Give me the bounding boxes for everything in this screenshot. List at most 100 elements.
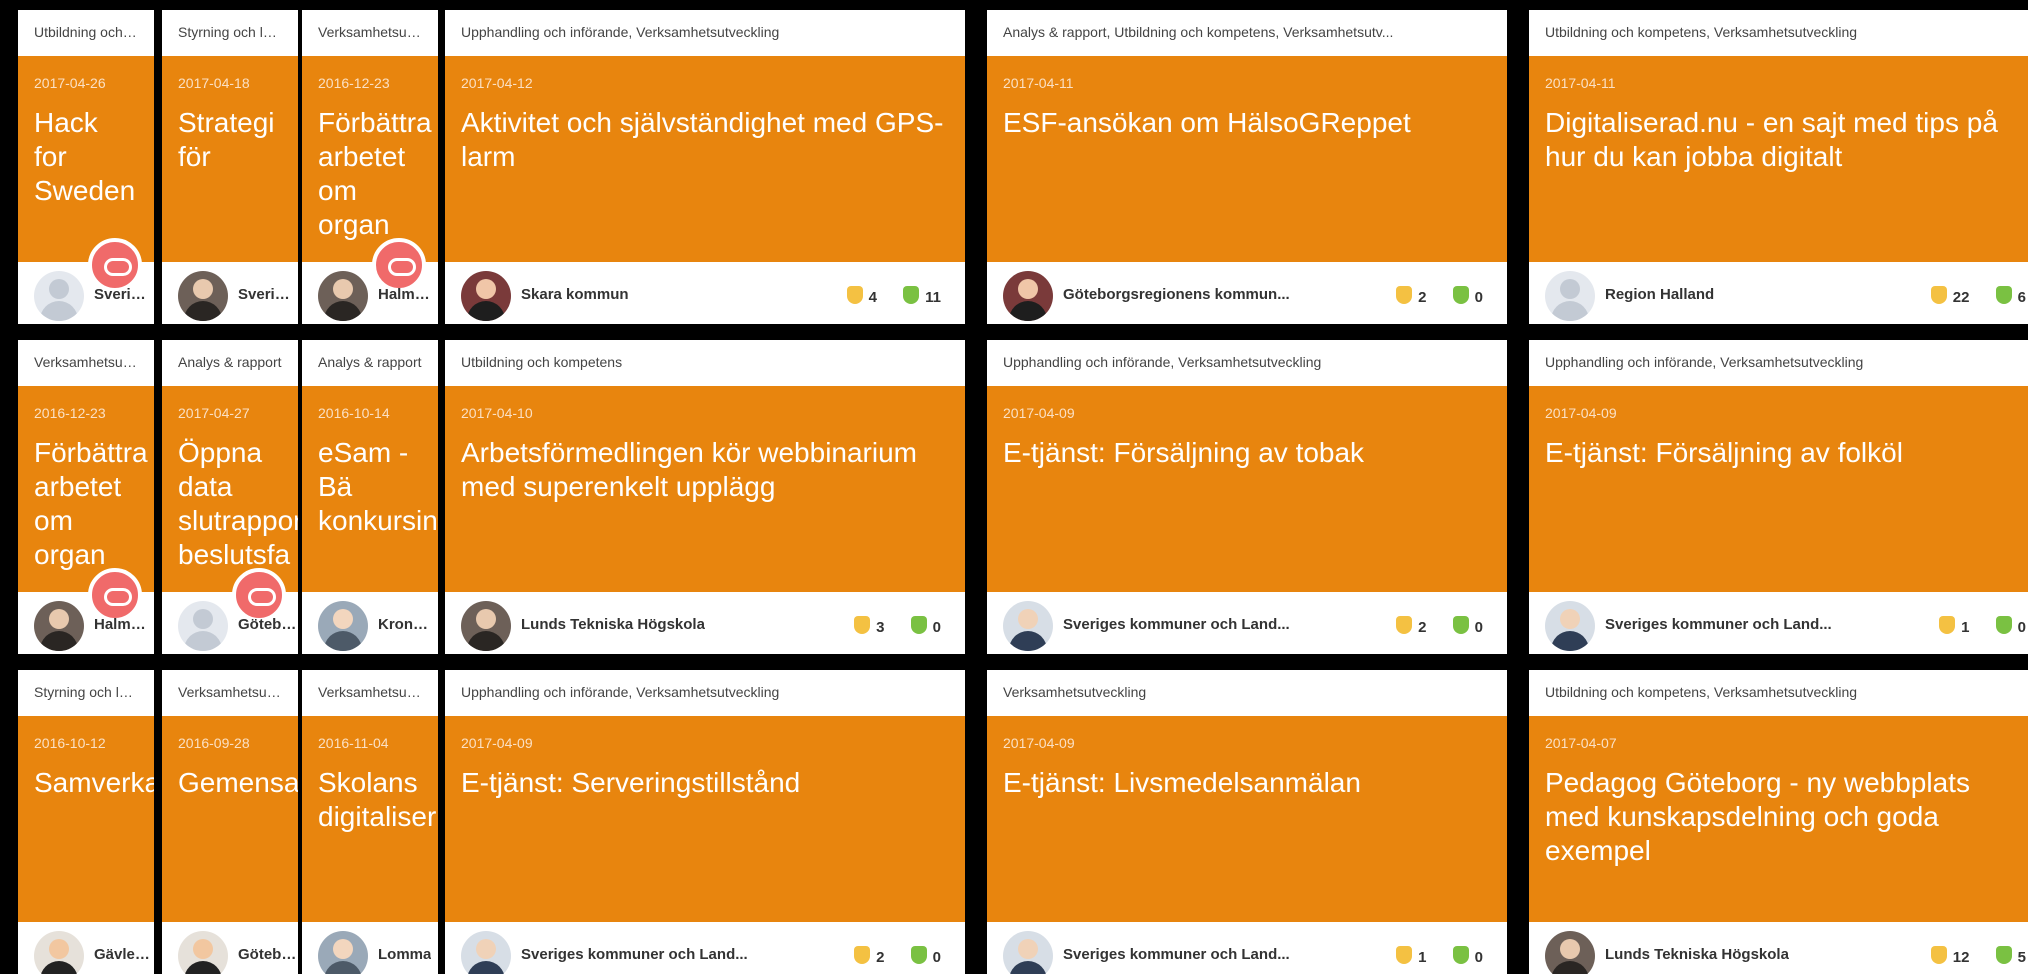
card-body[interactable]: 2016-09-28 Gemensam	[162, 716, 298, 922]
card-serveringstillstand[interactable]: Upphandling och införande, Verksamhetsut…	[445, 670, 965, 974]
avatar[interactable]	[1545, 271, 1595, 321]
organization-name[interactable]: Lunds Tekniska Högskola	[521, 616, 705, 633]
card-title[interactable]: Förbättra arbetet om organ	[34, 436, 148, 572]
people-icon[interactable]	[1452, 616, 1469, 634]
organization-name[interactable]: Gävle kommun	[94, 946, 154, 963]
organization-name[interactable]: Sveriges kommuner	[94, 286, 154, 303]
avatar[interactable]	[461, 601, 511, 651]
people-icon[interactable]	[910, 946, 927, 964]
people-icon[interactable]	[1995, 946, 2012, 964]
card-gps-larm[interactable]: Upphandling och införande, Verksamhetsut…	[445, 10, 965, 324]
card-digitaliserad[interactable]: Utbildning och kompetens, Verksamhetsutv…	[1529, 10, 2028, 324]
people-icon[interactable]	[1452, 286, 1469, 304]
card-pedagog-goteborg[interactable]: Utbildning och kompetens, Verksamhetsutv…	[1529, 670, 2028, 974]
card-title[interactable]: Pedagog Göteborg - ny webbplats med kuns…	[1545, 766, 2012, 868]
card-skolans[interactable]: Verksamhetsutveckling 2016-11-04 Skolans…	[302, 670, 438, 974]
avatar[interactable]	[461, 271, 511, 321]
card-body[interactable]: 2017-04-11 Digitaliserad.nu - en sajt me…	[1529, 56, 2028, 262]
organization-name[interactable]: Kronofogden	[378, 616, 434, 633]
card-forbattra-2[interactable]: Verksamhetsutveckling 2016-12-23 Förbätt…	[18, 340, 154, 654]
avatar[interactable]	[178, 271, 228, 321]
card-title[interactable]: E-tjänst: Försäljning av folköl	[1545, 436, 2012, 470]
card-title[interactable]: Öppna data slutrapport beslutsfa	[178, 436, 298, 572]
card-body[interactable]: 2017-04-18 Strategi för	[162, 56, 298, 262]
card-body[interactable]: 2016-12-23 Förbättra arbetet om organ	[302, 56, 438, 262]
thumbs-up-icon[interactable]	[854, 616, 871, 634]
card-title[interactable]: ESF-ansökan om HälsoGReppet	[1003, 106, 1491, 140]
card-esam[interactable]: Analys & rapport 2016-10-14 eSam - Bä ko…	[302, 340, 438, 654]
card-body[interactable]: 2017-04-12 Aktivitet och självständighet…	[445, 56, 965, 262]
card-title[interactable]: Digitaliserad.nu - en sajt med tips på h…	[1545, 106, 2012, 174]
card-body[interactable]: 2017-04-10 Arbetsförmedlingen kör webbin…	[445, 386, 965, 592]
organization-name[interactable]: Sveriges	[238, 286, 298, 303]
card-body[interactable]: 2017-04-07 Pedagog Göteborg - ny webbpla…	[1529, 716, 2028, 922]
card-body[interactable]: 2016-10-12 Samverkan	[18, 716, 154, 922]
organization-name[interactable]: Sveriges kommuner och Land...	[1063, 946, 1290, 963]
organization-name[interactable]: Göteborgsregionens kommun...	[1063, 286, 1290, 303]
thumbs-up-icon[interactable]	[1939, 616, 1956, 634]
organization-name[interactable]: Halmstad	[94, 616, 154, 633]
people-icon[interactable]	[1995, 286, 2012, 304]
avatar[interactable]	[1003, 601, 1053, 651]
card-title[interactable]: Gemensam	[178, 766, 298, 800]
thumbs-up-icon[interactable]	[1396, 946, 1413, 964]
people-icon[interactable]	[1995, 616, 2012, 634]
thumbs-up-icon[interactable]	[1930, 286, 1947, 304]
card-gemensam[interactable]: Verksamhetsutveckling 2016-09-28 Gemensa…	[162, 670, 298, 974]
card-title[interactable]: E-tjänst: Livsmedelsanmälan	[1003, 766, 1491, 800]
card-body[interactable]: 2017-04-09 E-tjänst: Försäljning av toba…	[987, 386, 1507, 592]
organization-name[interactable]: Lomma	[378, 946, 431, 963]
organization-name[interactable]: Region Halland	[1605, 286, 1714, 303]
card-halsogreppet[interactable]: Analys & rapport, Utbildning och kompete…	[987, 10, 1507, 324]
card-body[interactable]: 2017-04-11 ESF-ansökan om HälsoGReppet	[987, 56, 1507, 262]
card-title[interactable]: Förbättra arbetet om organ	[318, 106, 432, 242]
avatar[interactable]	[461, 931, 511, 974]
avatar[interactable]	[34, 601, 84, 651]
card-body[interactable]: 2017-04-09 E-tjänst: Försäljning av folk…	[1529, 386, 2028, 592]
card-samverkan[interactable]: Styrning och ledning 2016-10-12 Samverka…	[18, 670, 154, 974]
card-title[interactable]: Aktivitet och självständighet med GPS-la…	[461, 106, 949, 174]
card-title[interactable]: Skolans digitaliser	[318, 766, 436, 834]
organization-name[interactable]: Sveriges kommuner och Land...	[1605, 616, 1832, 633]
card-oppna-data[interactable]: Analys & rapport 2017-04-27 Öppna data s…	[162, 340, 298, 654]
people-icon[interactable]	[1452, 946, 1469, 964]
avatar[interactable]	[318, 931, 368, 974]
card-title[interactable]: E-tjänst: Serveringstillstånd	[461, 766, 949, 800]
card-hack-for-sweden[interactable]: Utbildning och kompetens 2017-04-26 Hack…	[18, 10, 154, 324]
card-tobak[interactable]: Upphandling och införande, Verksamhetsut…	[987, 340, 1507, 654]
card-body[interactable]: 2017-04-09 E-tjänst: Livsmedelsanmälan	[987, 716, 1507, 922]
organization-name[interactable]: Halmstad	[378, 286, 434, 303]
card-body[interactable]: 2016-11-04 Skolans digitaliser	[302, 716, 438, 922]
avatar[interactable]	[178, 601, 228, 651]
people-icon[interactable]	[903, 286, 920, 304]
card-folkol[interactable]: Upphandling och införande, Verksamhetsut…	[1529, 340, 2028, 654]
card-forbattra-1[interactable]: Verksamhetsutveckling 2016-12-23 Förbätt…	[302, 10, 438, 324]
card-title[interactable]: E-tjänst: Försäljning av tobak	[1003, 436, 1491, 470]
organization-name[interactable]: Göteborg	[238, 616, 298, 633]
card-body[interactable]: 2016-12-23 Förbättra arbetet om organ	[18, 386, 154, 592]
thumbs-up-icon[interactable]	[1396, 616, 1413, 634]
card-body[interactable]: 2017-04-09 E-tjänst: Serveringstillstånd	[445, 716, 965, 922]
avatar[interactable]	[34, 931, 84, 974]
thumbs-up-icon[interactable]	[854, 946, 871, 964]
avatar[interactable]	[318, 601, 368, 651]
avatar[interactable]	[178, 931, 228, 974]
card-title[interactable]: Samverkan	[34, 766, 154, 800]
card-body[interactable]: 2016-10-14 eSam - Bä konkursin	[302, 386, 438, 592]
avatar[interactable]	[1545, 931, 1595, 974]
avatar[interactable]	[1003, 931, 1053, 974]
card-title[interactable]: Arbetsförmedlingen kör webbinarium med s…	[461, 436, 949, 504]
organization-name[interactable]: Sveriges kommuner och Land...	[521, 946, 748, 963]
organization-name[interactable]: Göteborg	[238, 946, 298, 963]
people-icon[interactable]	[910, 616, 927, 634]
card-strategi[interactable]: Styrning och ledning 2017-04-18 Strategi…	[162, 10, 298, 324]
organization-name[interactable]: Skara kommun	[521, 286, 629, 303]
card-title[interactable]: Hack for Sweden	[34, 106, 138, 208]
avatar[interactable]	[318, 271, 368, 321]
card-title[interactable]: Strategi för	[178, 106, 282, 174]
card-livsmedelsanmalan[interactable]: Verksamhetsutveckling 2017-04-09 E-tjäns…	[987, 670, 1507, 974]
thumbs-up-icon[interactable]	[846, 286, 863, 304]
card-title[interactable]: eSam - Bä konkursin	[318, 436, 438, 538]
avatar[interactable]	[1545, 601, 1595, 651]
avatar[interactable]	[34, 271, 84, 321]
